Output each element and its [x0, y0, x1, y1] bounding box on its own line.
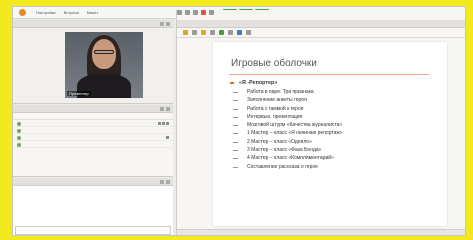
record-icon[interactable]	[201, 10, 206, 15]
status-dot-icon	[17, 129, 21, 133]
status-dot-icon	[17, 136, 21, 140]
list-item: 4 Мастер – класс «Комплиментарий»	[233, 154, 343, 162]
attendees-panel-header	[13, 105, 173, 113]
document-tabs	[177, 20, 465, 28]
menu-item-layout[interactable]: Макет	[87, 10, 98, 15]
attendee-actions	[158, 122, 169, 125]
menu-icon[interactable]	[160, 107, 164, 111]
top-menu-bar: Настройки Встреча Макет	[13, 7, 465, 227]
attendee-row[interactable]	[13, 127, 173, 134]
video-presenter-name: Презентер	[67, 91, 91, 96]
list-item: Интервью, презентация	[233, 113, 343, 121]
status-dot-icon	[17, 122, 21, 126]
maximize-icon[interactable]	[166, 180, 170, 184]
chat-input[interactable]	[15, 226, 171, 235]
help-icon[interactable]	[209, 10, 214, 15]
menu-icon[interactable]	[160, 180, 164, 184]
slide-bullet-list: Работа в паре. Три признака Заполнение а…	[233, 88, 343, 171]
app-window: Настройки Встреча Макет Презентер Игровы…	[12, 6, 466, 236]
list-item: 1 Мастер – класс «Я начинаю репортаж»	[233, 130, 343, 137]
cam-icon[interactable]	[162, 122, 165, 125]
video-figure-glasses	[94, 50, 114, 54]
attendees-panel	[13, 105, 173, 177]
list-item: Мозговой штурм «Качества журналиста»	[233, 122, 343, 129]
video-panel-header	[13, 20, 173, 28]
eraser-tool-icon[interactable]	[228, 30, 233, 35]
slide-title: Игровые оболочки	[231, 58, 317, 69]
attendee-row[interactable]	[13, 120, 173, 127]
color-picker-icon[interactable]	[237, 30, 242, 35]
main-menu: Настройки Встреча Макет	[36, 10, 98, 15]
menu-icon[interactable]	[160, 22, 164, 26]
chat-panel	[13, 178, 173, 235]
attendees-column-header	[13, 113, 173, 120]
hand-icon[interactable]	[166, 122, 169, 125]
draw-tool-icon[interactable]	[210, 30, 215, 35]
title-underline	[229, 74, 429, 75]
panel-controls	[160, 22, 170, 26]
shape-tool-icon[interactable]	[219, 30, 224, 35]
app-logo-icon[interactable]	[19, 9, 26, 16]
document-toolbar	[177, 28, 465, 38]
menu-item-meeting[interactable]: Встреча	[64, 10, 79, 15]
pointer-tool-icon[interactable]	[183, 30, 188, 35]
list-heading: «Я -Репортер»	[229, 80, 278, 86]
document-status-bar	[177, 229, 465, 235]
attendee-actions	[166, 136, 169, 139]
webcam-video: Презентер	[65, 32, 143, 98]
camera-icon[interactable]	[177, 10, 182, 15]
microphone-icon[interactable]	[185, 10, 190, 15]
chat-panel-header	[13, 178, 173, 186]
list-item: Работа с гаммой к героя	[233, 105, 343, 113]
left-column: Презентер	[13, 20, 173, 235]
speaker-icon[interactable]	[193, 10, 198, 15]
video-panel: Презентер	[13, 20, 173, 104]
mic-icon[interactable]	[166, 136, 169, 139]
chat-messages	[13, 186, 173, 190]
list-item: 3 Мастер – класс «Фаза Бонда»	[233, 146, 343, 154]
document-viewer: Игровые оболочки «Я -Репортер» Работа в …	[176, 20, 465, 235]
mic-icon[interactable]	[158, 122, 161, 125]
sync-icon[interactable]	[246, 30, 251, 35]
list-item: Составление рассказа о герое	[233, 163, 343, 171]
text-tool-icon[interactable]	[192, 30, 197, 35]
list-item: 2 Мастер – класс «Одеяло»	[233, 138, 343, 146]
video-figure-face	[92, 39, 116, 69]
attendee-row[interactable]	[13, 134, 173, 141]
slide-page: Игровые оболочки «Я -Репортер» Работа в …	[213, 42, 447, 226]
panel-controls	[160, 180, 170, 184]
maximize-icon[interactable]	[166, 107, 170, 111]
maximize-icon[interactable]	[166, 22, 170, 26]
panel-controls	[160, 107, 170, 111]
status-dot-icon	[17, 143, 21, 147]
highlight-tool-icon[interactable]	[201, 30, 206, 35]
list-item: Работа в паре. Три признака	[233, 88, 343, 96]
attendee-row[interactable]	[13, 141, 173, 148]
menu-item-settings[interactable]: Настройки	[36, 10, 56, 15]
list-item: Заполнение анкеты героя	[233, 96, 343, 104]
